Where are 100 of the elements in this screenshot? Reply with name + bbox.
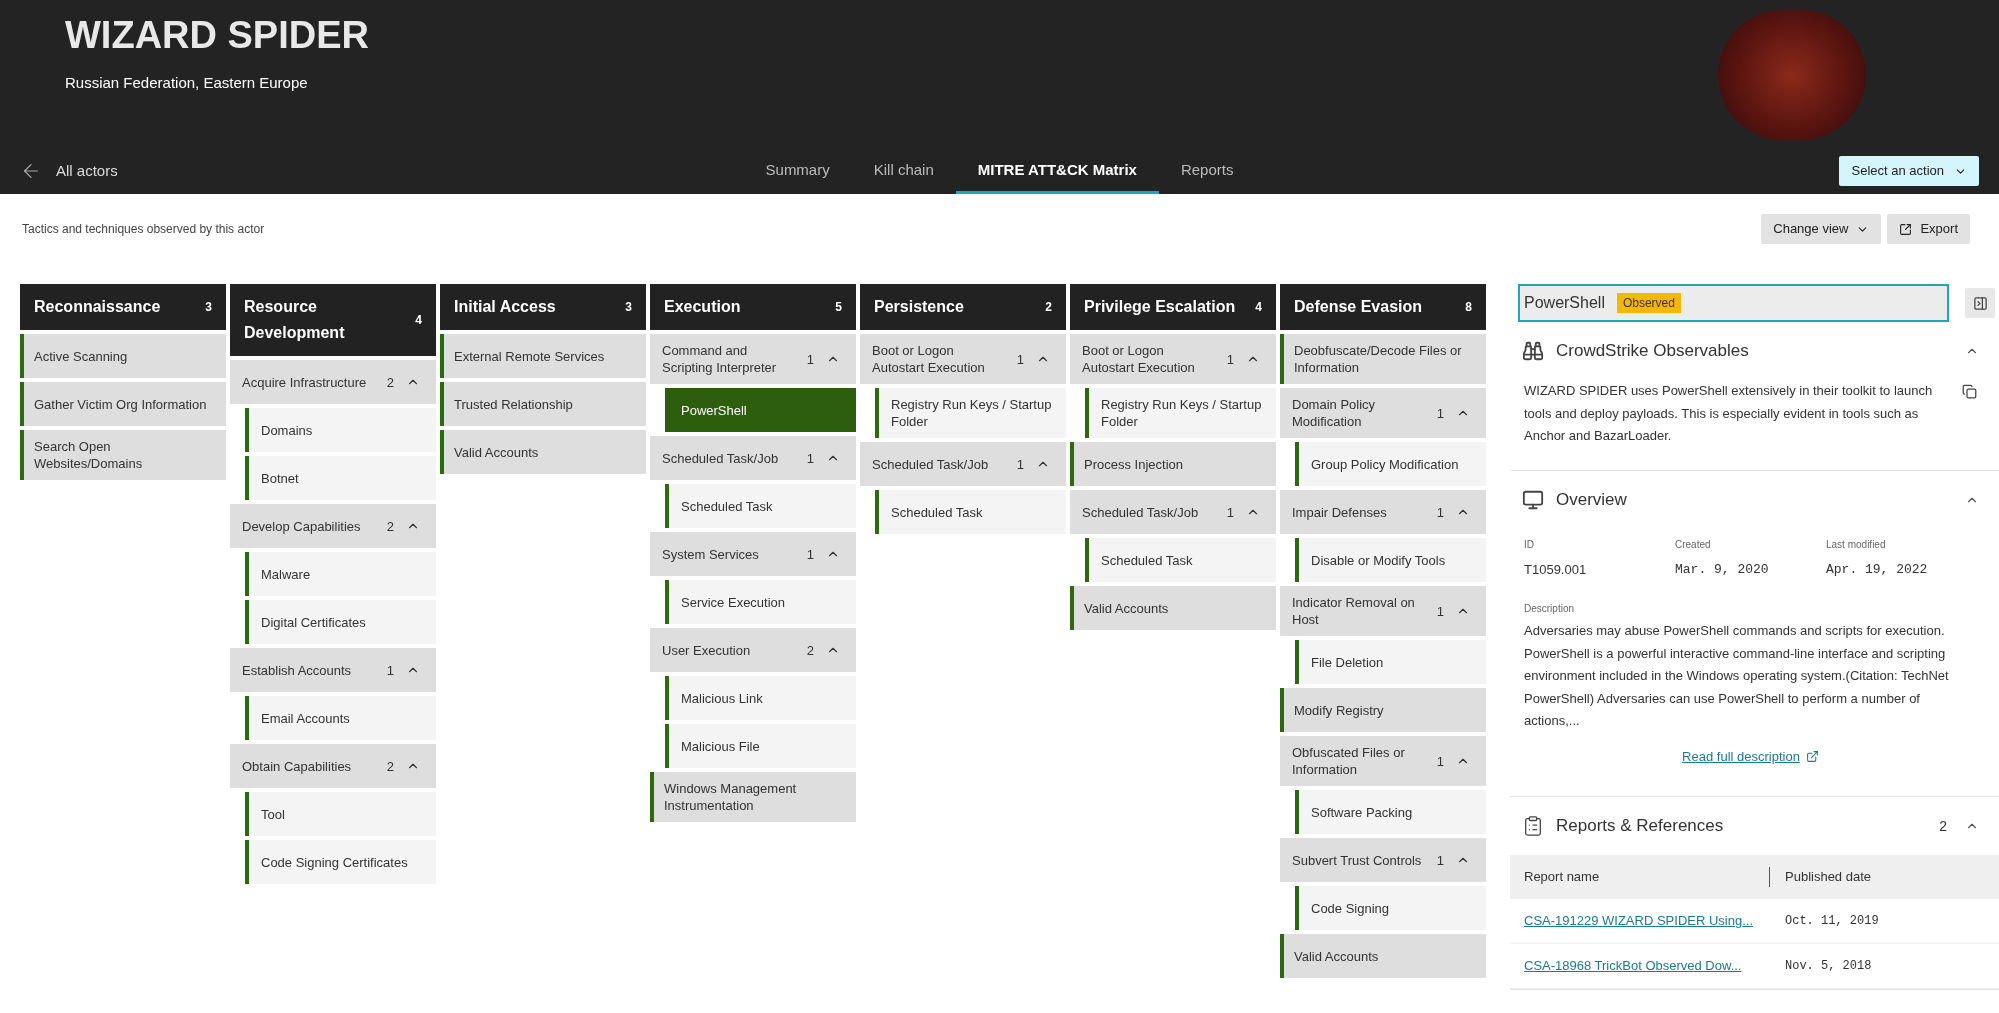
section-count: 2 bbox=[1939, 816, 1947, 836]
subtechnique-item[interactable]: Scheduled Task bbox=[1085, 538, 1276, 582]
observables-text: WIZARD SPIDER uses PowerShell extensively in their toolkit to launch tools and deploy payloads. This is especially evident in tools such as Anchor and BazarLoader. bbox=[1524, 382, 1934, 445]
technique-item[interactable]: Gather Victim Org Information bbox=[20, 382, 226, 426]
technique-group-row[interactable]: Subvert Trust Controls 1 bbox=[1280, 838, 1486, 882]
technique-item[interactable]: Search Open Websites/Domains bbox=[20, 430, 226, 480]
subtechnique-item[interactable]: Scheduled Task bbox=[875, 490, 1066, 534]
technique-count: 2 bbox=[385, 757, 394, 775]
section-title: Reports & References bbox=[1556, 815, 1725, 838]
subtechnique-item[interactable]: Botnet bbox=[245, 456, 436, 500]
technique-item[interactable]: Process Injection bbox=[1070, 442, 1276, 486]
technique-group-row[interactable]: Develop Capabilities 2 bbox=[230, 504, 436, 548]
subtechnique-item[interactable]: Domains bbox=[245, 408, 436, 452]
technique-group-row[interactable]: Domain Policy Modification 1 bbox=[1280, 388, 1486, 438]
technique-item[interactable]: Active Scanning bbox=[20, 334, 226, 378]
technique-group-row[interactable]: Acquire Infrastructure 2 bbox=[230, 360, 436, 404]
technique-name: Establish Accounts bbox=[242, 661, 353, 679]
subtechnique-item[interactable]: Digital Certificates bbox=[245, 600, 436, 644]
technique-group-row[interactable]: Indicator Removal on Host 1 bbox=[1280, 586, 1486, 636]
technique-group-row[interactable]: Boot or Logon Autostart Execution 1 bbox=[1070, 334, 1276, 384]
technique-group-row[interactable]: Impair Defenses 1 bbox=[1280, 490, 1486, 534]
subtechnique-item[interactable]: Email Accounts bbox=[245, 696, 436, 740]
technique-count: 1 bbox=[1435, 752, 1444, 770]
subtechnique-item[interactable]: Malicious File bbox=[665, 724, 856, 768]
tactic-count: 4 bbox=[1255, 299, 1262, 316]
technique-group-row[interactable]: Boot or Logon Autostart Execution 1 bbox=[860, 334, 1066, 384]
subtechnique-item[interactable]: Software Packing bbox=[1295, 790, 1486, 834]
subtechnique-item[interactable]: PowerShell bbox=[665, 388, 856, 432]
technique-count: 2 bbox=[385, 517, 394, 535]
description-text: Adversaries may abuse PowerShell commands and scripts for execution. PowerShell is a powerful interactive command-line interface and scripting environment included in the Windows operating system.(Citation: TechNet PowerShell) Adversaries can use PowerShell to perform a number of actions,... bbox=[1524, 622, 1950, 730]
select-action-button[interactable]: Select an action bbox=[1839, 156, 1979, 186]
technique-group-row[interactable]: Establish Accounts 1 bbox=[230, 648, 436, 692]
field-label: Created bbox=[1675, 537, 1712, 552]
export-button[interactable]: Export bbox=[1887, 214, 1970, 244]
subtechnique-item[interactable]: Group Policy Modification bbox=[1295, 442, 1486, 486]
back-link[interactable]: All actors bbox=[20, 159, 744, 194]
technique-count: 1 bbox=[805, 350, 814, 368]
technique-item[interactable]: External Remote Services bbox=[440, 334, 646, 378]
technique-name: Domain Policy Modification bbox=[1292, 396, 1377, 430]
technique-group-row[interactable]: Scheduled Task/Job 1 bbox=[860, 442, 1066, 486]
technique-item[interactable]: Modify Registry bbox=[1280, 688, 1486, 732]
tactic-name: Initial Access bbox=[454, 297, 557, 317]
column-header: Report name bbox=[1524, 868, 1601, 887]
subtechnique-item[interactable]: Scheduled Task bbox=[665, 484, 856, 528]
binoculars-icon bbox=[1522, 340, 1544, 362]
technique-count: 1 bbox=[805, 545, 814, 563]
technique-name: System Services bbox=[662, 545, 760, 563]
panel-toggle-button[interactable] bbox=[1965, 288, 1995, 318]
technique-item[interactable]: Valid Accounts bbox=[1280, 934, 1486, 978]
subtechnique-item[interactable]: Malware bbox=[245, 552, 436, 596]
technique-group-row[interactable]: Obfuscated Files or Information 1 bbox=[1280, 736, 1486, 786]
subtechnique-item[interactable]: Registry Run Keys / Startup Folder bbox=[875, 388, 1066, 438]
change-view-button[interactable]: Change view bbox=[1761, 214, 1882, 244]
nav-tab[interactable]: Summary bbox=[743, 154, 852, 194]
subtechnique-item[interactable]: File Deletion bbox=[1295, 640, 1486, 684]
technique-count: 1 bbox=[1015, 350, 1024, 368]
technique-name: Acquire Infrastructure bbox=[242, 373, 368, 391]
read-description-link[interactable]: Read full description bbox=[1682, 746, 1819, 766]
technique-count: 1 bbox=[805, 449, 814, 467]
table-cell-text: Nov. 5, 2018 bbox=[1784, 958, 1873, 975]
technique-group-row[interactable]: Scheduled Task/Job 1 bbox=[650, 436, 856, 480]
nav-tab[interactable]: Kill chain bbox=[851, 154, 956, 194]
report-link[interactable]: CSA-18968 TrickBot Observed Dow... bbox=[1524, 956, 1769, 976]
technique-group-row[interactable]: System Services 1 bbox=[650, 532, 856, 576]
technique-name: Obtain Capabilities bbox=[242, 757, 353, 775]
nav-tab[interactable]: MITRE ATT&CK Matrix bbox=[955, 154, 1159, 194]
technique-search-field[interactable]: PowerShell Observed bbox=[1518, 284, 1949, 322]
technique-name: Scheduled Task/Job bbox=[662, 449, 780, 467]
report-link[interactable]: CSA-191229 WIZARD SPIDER Using... bbox=[1524, 911, 1769, 931]
technique-name: Subvert Trust Controls bbox=[1292, 851, 1422, 869]
technique-item[interactable]: Trusted Relationship bbox=[440, 382, 646, 426]
subtechnique-item[interactable]: Tool bbox=[245, 792, 436, 836]
subtechnique-item[interactable]: Malicious Link bbox=[665, 676, 856, 720]
subtechnique-item[interactable]: Registry Run Keys / Startup Folder bbox=[1085, 388, 1276, 438]
technique-group-row[interactable]: Obtain Capabilities 2 bbox=[230, 744, 436, 788]
technique-item[interactable]: Valid Accounts bbox=[440, 430, 646, 474]
technique-item[interactable]: Windows Management Instrumentation bbox=[650, 772, 856, 822]
nav-tab[interactable]: Reports bbox=[1158, 154, 1256, 194]
technique-name: Scheduled Task/Job bbox=[1082, 503, 1200, 521]
subtechnique-item[interactable]: Service Execution bbox=[665, 580, 856, 624]
subtechnique-item[interactable]: Code Signing Certificates bbox=[245, 840, 436, 884]
subtechnique-item[interactable]: Disable or Modify Tools bbox=[1295, 538, 1486, 582]
technique-name: Develop Capabilities bbox=[242, 517, 362, 535]
technique-item[interactable]: Valid Accounts bbox=[1070, 586, 1276, 630]
technique-item[interactable]: Deobfuscate/Decode Files or Information bbox=[1280, 334, 1486, 384]
technique-group-row[interactable]: User Execution 2 bbox=[650, 628, 856, 672]
tactic-count: 3 bbox=[625, 299, 632, 316]
subtechnique-item[interactable]: Code Signing bbox=[1295, 886, 1486, 930]
tactic-count: 3 bbox=[205, 299, 212, 316]
column-header: Published date bbox=[1769, 867, 1999, 887]
technique-name: Boot or Logon Autostart Execution bbox=[1082, 342, 1196, 376]
technique-group-row[interactable]: Command and Scripting Interpreter 1 bbox=[650, 334, 856, 384]
actor-name: WIZARD SPIDER bbox=[65, 13, 369, 58]
field-value: T1059.001 bbox=[1524, 560, 1588, 579]
technique-group-row[interactable]: Scheduled Task/Job 1 bbox=[1070, 490, 1276, 534]
technique-count: 1 bbox=[1435, 851, 1444, 869]
table-cell-text: Oct. 11, 2019 bbox=[1784, 913, 1880, 930]
matrix-caption: Tactics and techniques observed by this actor bbox=[22, 221, 265, 238]
monitor-icon bbox=[1522, 488, 1544, 511]
copy-icon[interactable] bbox=[1962, 384, 1977, 399]
